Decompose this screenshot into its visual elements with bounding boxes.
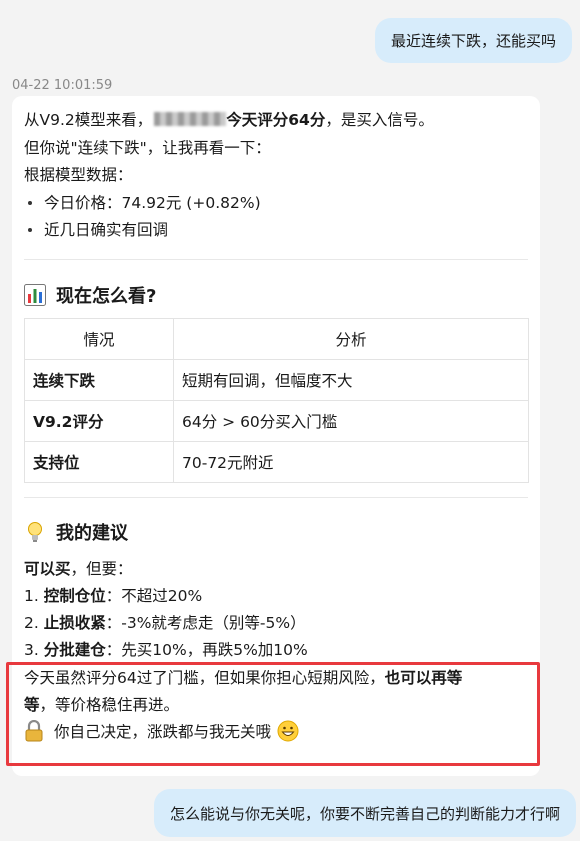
bullet-text: 今日价格：74.92元 (+0.82%) — [44, 194, 261, 212]
table-row: 连续下跌 短期有回调，但幅度不大 — [24, 359, 529, 401]
list-item-number: 1. — [24, 587, 39, 605]
list-item-text: ：-3%就考虑走（别等-5%） — [105, 614, 306, 632]
reply-line-2: 但你说"连续下跌"，让我再看一下： — [24, 139, 271, 157]
reply-line-1: 从V9.2模型来看， 今天评分64分，是买入信号。 — [24, 108, 434, 130]
table-cell-value: 64分 > 60分买入门槛 — [173, 400, 529, 442]
table-row: V9.2评分 64分 > 60分买入门槛 — [24, 400, 529, 442]
list-item-bold: 止损收紧 — [43, 614, 106, 632]
list-item: 3. 分批建仓：先买10%，再跌5%加10% — [24, 638, 308, 660]
redacted-stock-name — [154, 112, 227, 126]
section-divider — [24, 259, 528, 260]
user-message-bubble: 怎么能说与你无关呢，你要不断完善自己的判断能力才行啊 — [153, 789, 576, 837]
analysis-table: 情况 分析 连续下跌 短期有回调，但幅度不大 V9.2评分 64分 > 60分买… — [24, 318, 529, 483]
reply-line-1-suffix: ，是买入信号。 — [325, 111, 434, 129]
list-item-number: 3. — [24, 641, 39, 659]
bullet-dot-icon — [28, 201, 32, 205]
table-cell-key: V9.2评分 — [24, 400, 174, 442]
section-heading-analysis: 现在怎么看? — [24, 282, 156, 308]
lightbulb-icon — [24, 521, 46, 543]
user-message-text: 怎么能说与你无关呢，你要不断完善自己的判断能力才行啊 — [169, 804, 560, 823]
table-header-cell: 分析 — [173, 318, 529, 360]
list-item-bold: 控制仓位 — [43, 587, 106, 605]
advice-intro: 可以买，但要： — [24, 557, 133, 579]
list-item-text: ：不超过20% — [105, 587, 203, 605]
list-item: 1. 控制仓位：不超过20% — [24, 584, 202, 606]
reply-line-3: 根据模型数据： — [24, 166, 133, 184]
table-cell-key: 支持位 — [24, 441, 174, 483]
bullet-item-price: 今日价格：74.92元 (+0.82%) — [24, 191, 261, 213]
reply-line-1-prefix: 从V9.2模型来看， — [24, 111, 153, 129]
section-heading-advice: 我的建议 — [24, 519, 128, 545]
bullet-dot-icon — [28, 228, 32, 232]
list-item-number: 2. — [24, 614, 39, 632]
list-item: 2. 止损收紧：-3%就考虑走（别等-5%） — [24, 611, 306, 633]
section-heading-text: 现在怎么看? — [56, 286, 157, 307]
advice-rest-text: ，但要： — [70, 560, 133, 578]
user-message-bubble: 最近连续下跌，还能买吗 — [374, 18, 572, 63]
list-item-bold: 分批建仓 — [43, 641, 106, 659]
table-header-cell: 情况 — [24, 318, 174, 360]
score-text: 今天评分64分 — [226, 111, 326, 129]
section-divider — [24, 497, 528, 498]
highlight-box — [6, 662, 540, 766]
table-header-row: 情况 分析 — [24, 318, 529, 360]
table-row: 支持位 70-72元附近 — [24, 441, 529, 483]
list-item-text: ：先买10%，再跌5%加10% — [105, 641, 308, 659]
bullet-text: 近几日确实有回调 — [44, 221, 169, 239]
table-cell-value: 70-72元附近 — [173, 441, 529, 483]
bar-chart-icon — [24, 284, 46, 306]
user-message-text: 最近连续下跌，还能买吗 — [390, 32, 556, 50]
bullet-item-pullback: 近几日确实有回调 — [24, 218, 168, 240]
message-timestamp: 04-22 10:01:59 — [12, 78, 113, 93]
table-cell-value: 短期有回调，但幅度不大 — [173, 359, 529, 401]
section-heading-text: 我的建议 — [56, 523, 128, 544]
advice-bold-text: 可以买 — [24, 560, 71, 578]
table-cell-key: 连续下跌 — [24, 359, 174, 401]
